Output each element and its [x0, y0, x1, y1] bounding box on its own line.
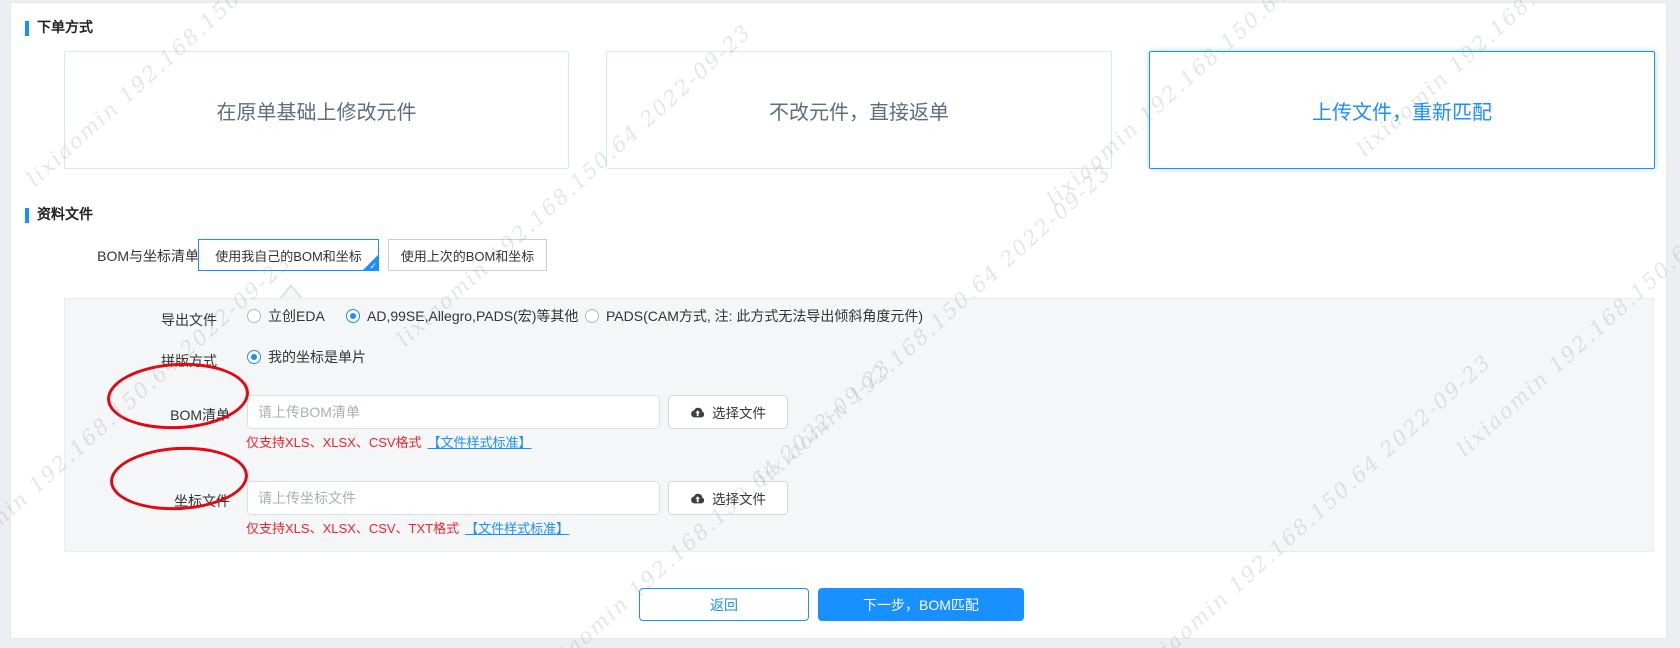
cloud-upload-icon — [690, 492, 705, 505]
coord-format-hint: 仅支持XLS、XLSX、CSV、TXT格式【文件样式标准】 — [246, 518, 569, 537]
radio-pads-cam[interactable]: PADS(CAM方式, 注: 此方式无法导出倾斜角度元件) — [585, 306, 923, 326]
tab-use-my-bom-coord[interactable]: 使用我自己的BOM和坐标 ✓ — [198, 239, 379, 271]
bom-file-input[interactable] — [247, 395, 660, 429]
check-icon: ✓ — [369, 262, 377, 271]
back-button-label: 返回 — [710, 595, 738, 615]
radio-label: 立创EDA — [268, 306, 325, 326]
radio-lceda[interactable]: 立创EDA — [247, 306, 325, 326]
section-marker — [25, 208, 29, 223]
bom-file-style-standard-link[interactable]: 【文件样式标准】 — [428, 435, 532, 450]
coord-choose-file-button[interactable]: 选择文件 — [668, 481, 788, 515]
choose-file-label: 选择文件 — [712, 402, 766, 422]
radio-icon — [346, 309, 360, 323]
order-option-repeat-order[interactable]: 不改元件，直接返单 — [606, 51, 1112, 169]
radio-label: 我的坐标是单片 — [268, 347, 366, 367]
radio-label: PADS(CAM方式, 注: 此方式无法导出倾斜角度元件) — [606, 306, 923, 326]
radio-label: AD,99SE,Allegro,PADS(宏)等其他 — [367, 306, 578, 326]
order-option-label: 上传文件，重新匹配 — [1312, 96, 1492, 125]
order-option-label: 不改元件，直接返单 — [769, 96, 949, 125]
section-title-files: 资料文件 — [37, 204, 93, 224]
hint-text: 仅支持XLS、XLSX、CSV格式 — [246, 435, 422, 450]
next-button-label: 下一步，BOM匹配 — [863, 595, 979, 615]
radio-ad-99se-allegro-pads[interactable]: AD,99SE,Allegro,PADS(宏)等其他 — [346, 306, 578, 326]
bom-format-hint: 仅支持XLS、XLSX、CSV格式【文件样式标准】 — [246, 432, 532, 451]
tab-label: 使用我自己的BOM和坐标 — [215, 246, 362, 265]
coord-file-style-standard-link[interactable]: 【文件样式标准】 — [465, 521, 569, 536]
choose-file-label: 选择文件 — [712, 488, 766, 508]
order-option-label: 在原单基础上修改元件 — [217, 96, 417, 125]
radio-single-piece-coords[interactable]: 我的坐标是单片 — [247, 347, 366, 367]
radio-icon — [247, 309, 261, 323]
tab-use-last-bom-coord[interactable]: 使用上次的BOM和坐标 — [388, 239, 547, 271]
cloud-upload-icon — [690, 406, 705, 419]
radio-icon — [247, 350, 261, 364]
tab-label: 使用上次的BOM和坐标 — [401, 246, 535, 265]
coord-file-input[interactable] — [247, 481, 660, 515]
content-card: 下单方式 在原单基础上修改元件 不改元件，直接返单 上传文件，重新匹配 资料文件… — [10, 2, 1667, 639]
radio-icon — [585, 309, 599, 323]
section-marker — [25, 21, 29, 36]
back-button[interactable]: 返回 — [639, 588, 809, 621]
export-file-label: 导出文件 — [65, 310, 217, 330]
upload-panel: 导出文件 立创EDA AD,99SE,Allegro,PADS(宏)等其他 PA… — [64, 298, 1654, 552]
order-page: lixiaomin 192.168.150.64 2022-09-23 lixi… — [0, 0, 1680, 648]
section-title-order-method: 下单方式 — [37, 17, 93, 37]
order-option-upload-rematch[interactable]: 上传文件，重新匹配 — [1149, 51, 1655, 169]
hint-text: 仅支持XLS、XLSX、CSV、TXT格式 — [246, 521, 459, 536]
bom-choose-file-button[interactable]: 选择文件 — [668, 395, 788, 429]
next-step-bom-match-button[interactable]: 下一步，BOM匹配 — [818, 588, 1024, 621]
order-option-modify-components[interactable]: 在原单基础上修改元件 — [64, 51, 569, 169]
bom-coord-list-label: BOM与坐标清单 — [71, 246, 199, 266]
panel-caret — [282, 287, 300, 298]
